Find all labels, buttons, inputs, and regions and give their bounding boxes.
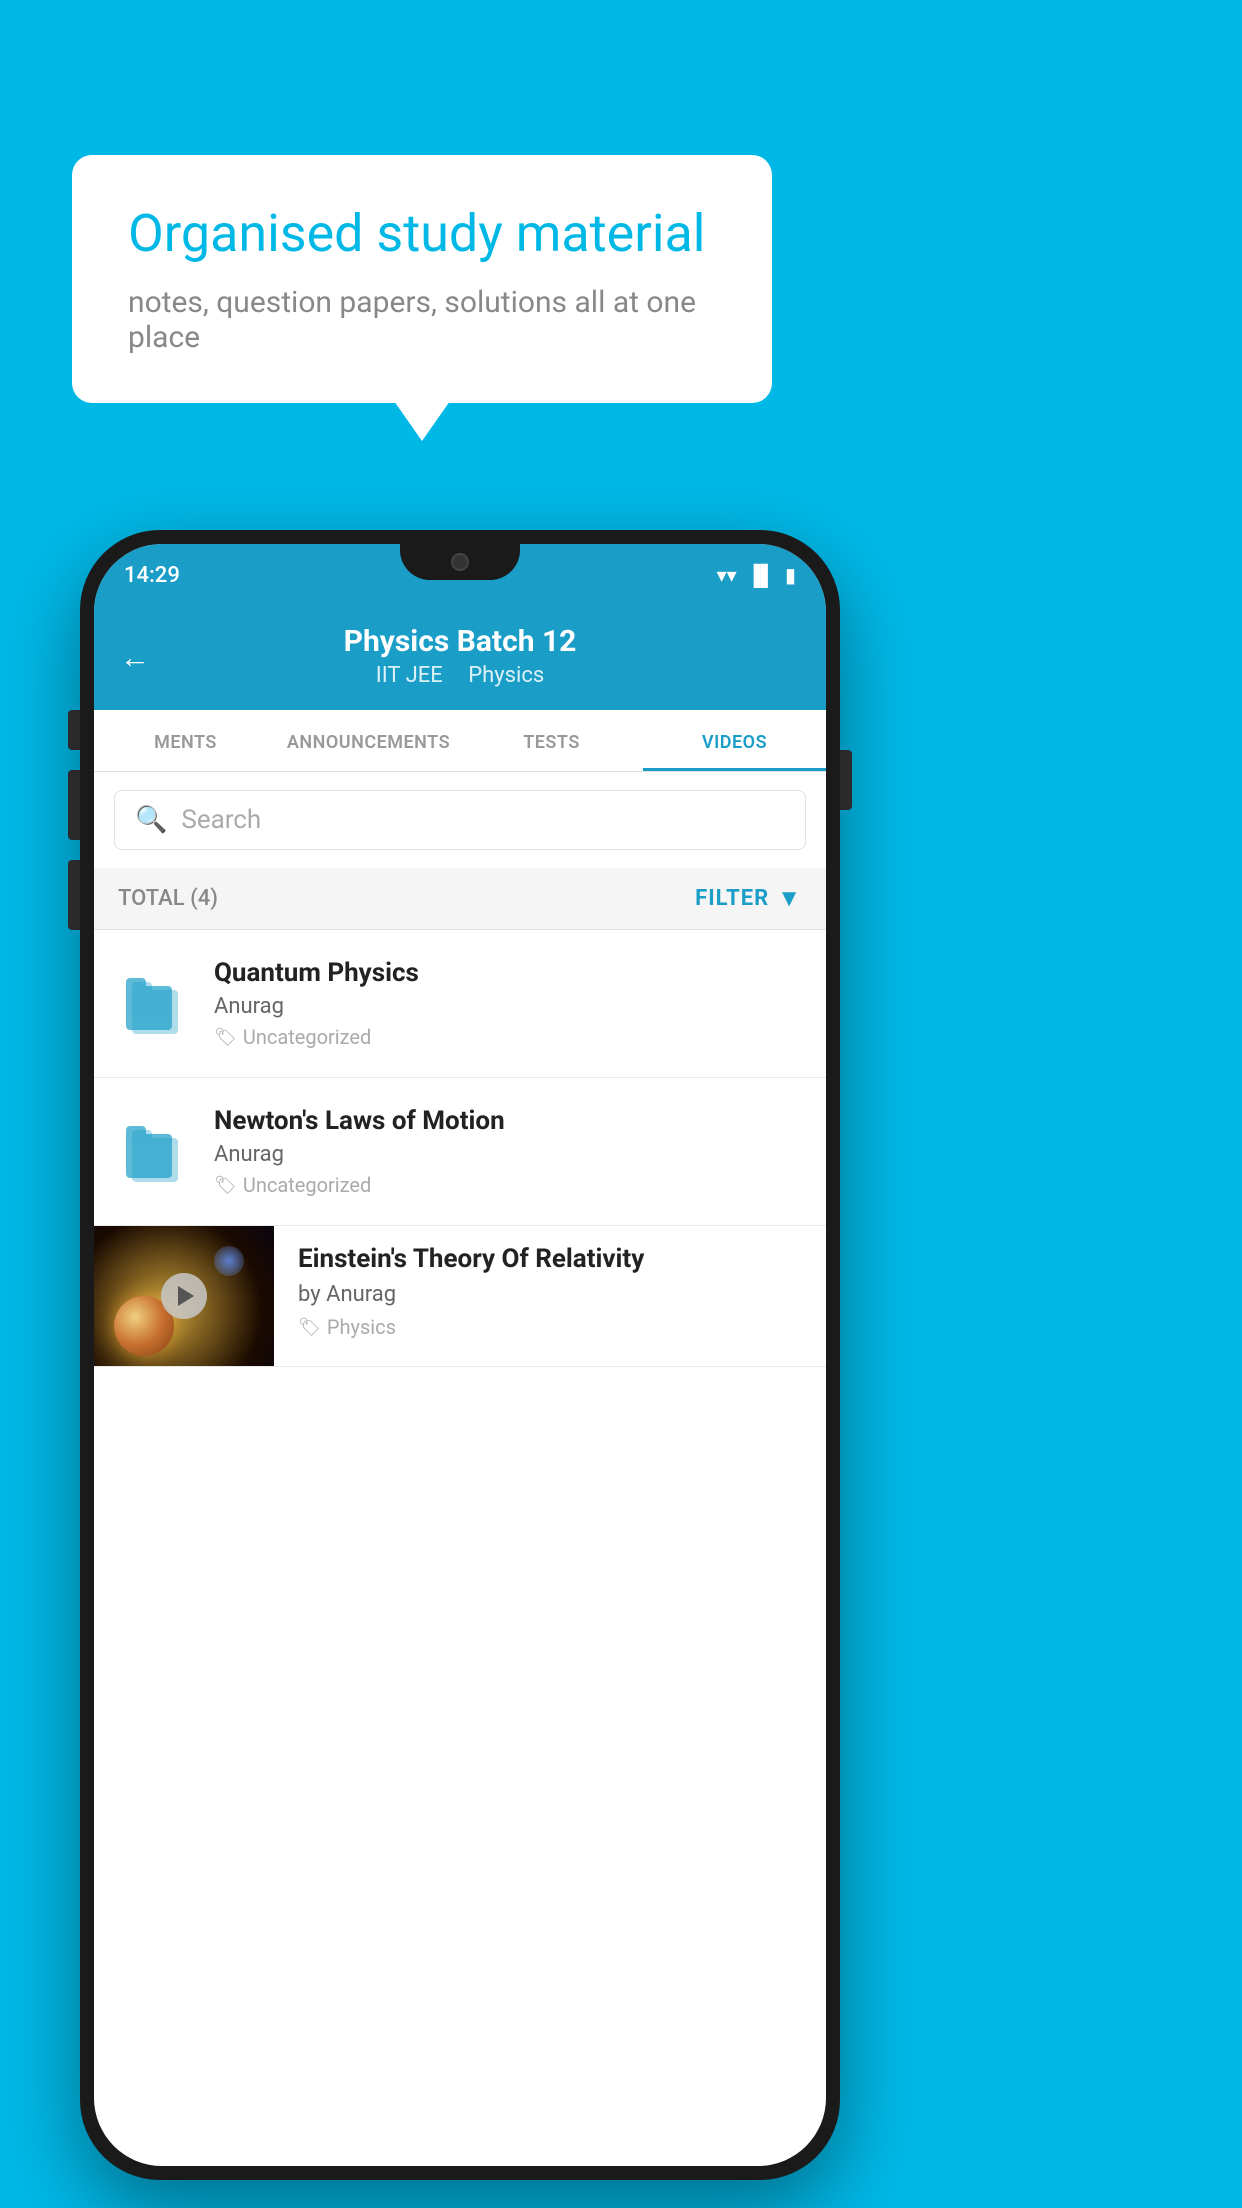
search-bar[interactable]: 🔍 Search (114, 790, 806, 850)
batch-subject: Physics (468, 663, 544, 688)
item-title: Einstein's Theory Of Relativity (298, 1244, 802, 1274)
folder-front (126, 986, 172, 1030)
list-item[interactable]: Quantum Physics Anurag 🏷 Uncategorized (94, 930, 826, 1078)
phone-screen: 14:29 ▾▾ ▐▌ ▮ ← Physics Batch 12 IIT JEE… (94, 544, 826, 2166)
front-camera (451, 553, 469, 571)
back-button[interactable]: ← (120, 641, 150, 676)
item-title: Quantum Physics (214, 958, 802, 988)
folder-icon-wrap (118, 964, 190, 1044)
folder-front (126, 1134, 172, 1178)
tag-label: Physics (327, 1315, 396, 1339)
tag-icon: 🏷 (214, 1027, 237, 1048)
star-glow (214, 1246, 244, 1276)
item-title: Newton's Laws of Motion (214, 1106, 802, 1136)
status-time: 14:29 (124, 563, 180, 588)
list-item[interactable]: Newton's Laws of Motion Anurag 🏷 Uncateg… (94, 1078, 826, 1226)
item-tag: 🏷 Physics (298, 1315, 802, 1339)
tag-label: Uncategorized (243, 1173, 371, 1197)
folder-icon (126, 1122, 182, 1182)
tab-videos[interactable]: VIDEOS (643, 710, 826, 771)
tag-label: Uncategorized (243, 1025, 371, 1049)
phone-button-left-2 (68, 770, 80, 840)
filter-bar: TOTAL (4) FILTER ▼ (94, 868, 826, 930)
phone-outer: 14:29 ▾▾ ▐▌ ▮ ← Physics Batch 12 IIT JEE… (80, 530, 840, 2180)
tab-tests[interactable]: TESTS (460, 710, 643, 771)
folder-icon-wrap (118, 1112, 190, 1192)
item-author: Anurag (214, 1142, 802, 1167)
search-input[interactable]: Search (181, 805, 261, 835)
thumb-info: Einstein's Theory Of Relativity by Anura… (298, 1226, 802, 1357)
phone-button-left-1 (68, 710, 80, 750)
battery-icon: ▮ (785, 563, 796, 587)
item-author: Anurag (214, 994, 802, 1019)
search-container: 🔍 Search (94, 772, 826, 868)
notch (400, 544, 520, 580)
batch-title: Physics Batch 12 (124, 624, 796, 659)
total-count: TOTAL (4) (118, 886, 218, 911)
thumbnail-bg (94, 1226, 274, 1366)
tabs-bar: MENTS ANNOUNCEMENTS TESTS VIDEOS (94, 710, 826, 772)
speech-bubble: Organised study material notes, question… (72, 155, 772, 403)
batch-subtitle: IIT JEE Physics (124, 663, 796, 688)
item-info: Newton's Laws of Motion Anurag 🏷 Uncateg… (214, 1106, 802, 1197)
app-header: ← Physics Batch 12 IIT JEE Physics (94, 606, 826, 710)
speech-bubble-subtitle: notes, question papers, solutions all at… (128, 285, 716, 355)
signal-icon: ▐▌ (747, 563, 775, 588)
search-icon: 🔍 (135, 805, 167, 835)
status-icons: ▾▾ ▐▌ ▮ (717, 563, 796, 588)
thumbnail-wrap (94, 1226, 274, 1366)
tag-icon: 🏷 (298, 1317, 321, 1338)
tag-icon: 🏷 (214, 1175, 237, 1196)
phone-button-right (840, 750, 852, 810)
list-item-thumb[interactable]: Einstein's Theory Of Relativity by Anura… (94, 1226, 826, 1367)
play-button[interactable] (161, 1273, 207, 1319)
filter-icon: ▼ (777, 884, 802, 913)
item-author: by Anurag (298, 1282, 802, 1307)
item-tag: 🏷 Uncategorized (214, 1025, 802, 1049)
speech-bubble-title: Organised study material (128, 203, 716, 265)
tab-ments[interactable]: MENTS (94, 710, 277, 771)
phone-container: 14:29 ▾▾ ▐▌ ▮ ← Physics Batch 12 IIT JEE… (80, 530, 840, 2180)
play-triangle-icon (178, 1286, 194, 1306)
item-info: Quantum Physics Anurag 🏷 Uncategorized (214, 958, 802, 1049)
tab-announcements[interactable]: ANNOUNCEMENTS (277, 710, 460, 771)
batch-iit: IIT JEE (376, 663, 443, 688)
item-tag: 🏷 Uncategorized (214, 1173, 802, 1197)
folder-icon (126, 974, 182, 1034)
status-bar: 14:29 ▾▾ ▐▌ ▮ (94, 544, 826, 606)
filter-label: FILTER (695, 886, 769, 911)
filter-button[interactable]: FILTER ▼ (695, 884, 802, 913)
phone-button-left-3 (68, 860, 80, 930)
speech-bubble-container: Organised study material notes, question… (72, 155, 772, 403)
wifi-icon: ▾▾ (717, 563, 737, 587)
